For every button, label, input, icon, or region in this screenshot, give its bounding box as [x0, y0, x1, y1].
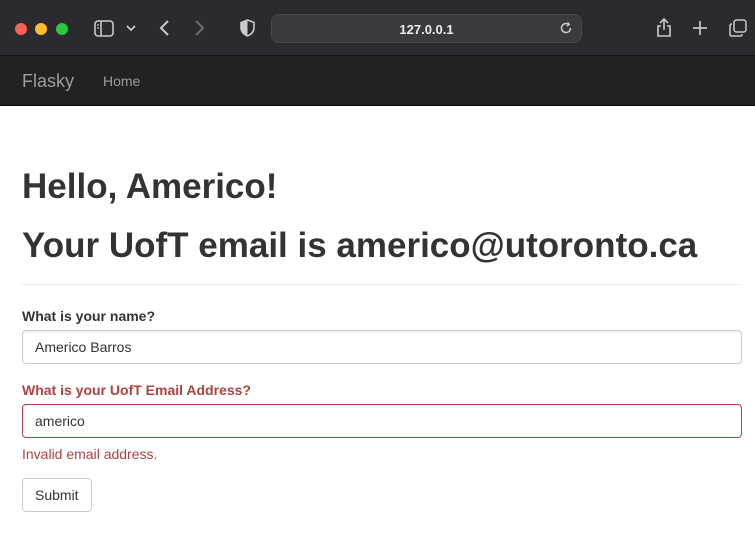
nav-item-home[interactable]: Home	[103, 73, 140, 89]
email-error-message: Invalid email address.	[22, 446, 158, 462]
sidebar-icon[interactable]	[94, 20, 114, 37]
shield-icon[interactable]	[240, 19, 255, 37]
maximize-window-button[interactable]	[56, 23, 68, 35]
greeting-heading: Hello, Americo!	[22, 167, 278, 206]
name-input[interactable]	[22, 330, 742, 364]
navbar: Flasky Home	[0, 56, 755, 106]
close-window-button[interactable]	[15, 23, 27, 35]
reload-icon[interactable]	[559, 21, 573, 35]
plus-icon[interactable]	[692, 20, 708, 36]
page-header-divider	[22, 284, 742, 285]
browser-toolbar: 127.0.0.1	[0, 0, 755, 56]
forward-arrow-icon[interactable]	[194, 19, 206, 37]
email-label: What is your UofT Email Address?	[22, 382, 251, 398]
address-bar[interactable]: 127.0.0.1	[271, 14, 582, 43]
back-arrow-icon[interactable]	[158, 19, 170, 37]
url-text: 127.0.0.1	[399, 22, 454, 37]
tabs-overview-icon[interactable]	[729, 19, 747, 37]
email-heading: Your UofT email is americo@utoronto.ca	[22, 226, 698, 265]
share-icon[interactable]	[656, 17, 672, 38]
email-input[interactable]	[22, 404, 742, 438]
submit-button[interactable]: Submit	[22, 478, 92, 512]
navbar-brand[interactable]: Flasky	[22, 71, 74, 92]
chevron-down-icon[interactable]	[126, 25, 136, 32]
minimize-window-button[interactable]	[35, 23, 47, 35]
name-label: What is your name?	[22, 308, 156, 324]
